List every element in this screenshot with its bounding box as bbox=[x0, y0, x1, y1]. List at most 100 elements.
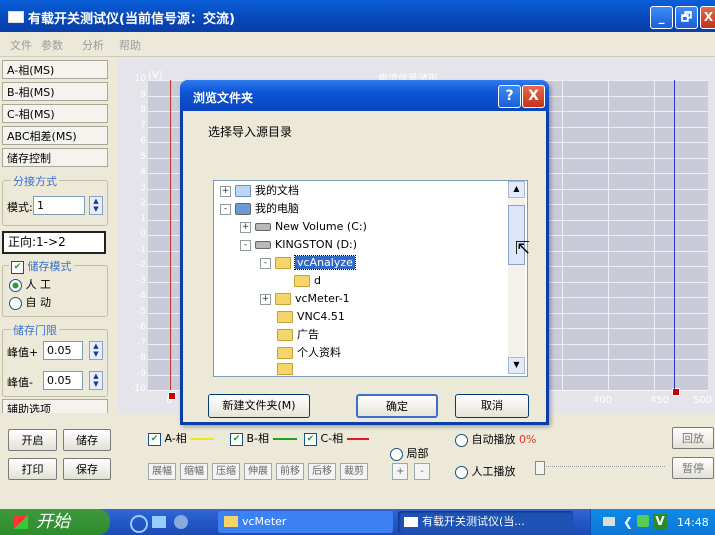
task-tester[interactable]: 有载开关测试仪(当... bbox=[398, 511, 573, 533]
expand-icon[interactable]: + bbox=[220, 185, 231, 197]
auto-radio[interactable]: 自 动 bbox=[9, 294, 51, 310]
menu-params[interactable]: 参数 bbox=[41, 37, 63, 53]
tool-move-back[interactable]: 后移 bbox=[308, 463, 336, 480]
replay-button[interactable]: 回放 bbox=[672, 427, 714, 449]
tool-crop[interactable]: 裁剪 bbox=[340, 463, 368, 480]
radio-icon bbox=[9, 296, 22, 310]
menu-help[interactable]: 帮助 bbox=[119, 37, 141, 53]
tree-scrollbar[interactable]: ▲ ▼ bbox=[508, 181, 525, 374]
tool-move-forward[interactable]: 前移 bbox=[276, 463, 304, 480]
new-folder-button[interactable]: 新建文件夹(M) bbox=[208, 394, 310, 418]
browser-icon[interactable] bbox=[130, 515, 148, 533]
dialog-close-button[interactable]: X bbox=[522, 85, 545, 108]
start-button[interactable]: 开启 bbox=[8, 429, 57, 451]
phase-b-checkbox[interactable]: ✔ bbox=[230, 432, 243, 446]
mode-spinner[interactable]: ▲ ▼ bbox=[89, 196, 103, 215]
scroll-up-icon[interactable]: ▲ bbox=[508, 181, 525, 198]
x-tick: 450 bbox=[650, 395, 670, 406]
mode-input[interactable]: 1 bbox=[33, 196, 85, 215]
cursor-line[interactable] bbox=[674, 80, 675, 390]
tree-node-ads[interactable]: 广告 bbox=[277, 327, 319, 343]
phase-c-button[interactable]: C-相(MS) bbox=[2, 104, 108, 123]
task-vcmeter[interactable]: vcMeter bbox=[218, 511, 393, 533]
expand-icon[interactable]: + bbox=[240, 221, 251, 233]
auto-play-radio[interactable]: 自动播放 0% bbox=[455, 431, 536, 447]
storage-mode-group: ✔ 储存模式 人 工 自 动 bbox=[2, 258, 108, 317]
media-icon[interactable] bbox=[174, 515, 188, 529]
cursor-left-marker[interactable] bbox=[168, 392, 176, 400]
tree-node-vcmeter-1[interactable]: + vcMeter-1 bbox=[260, 291, 350, 307]
tree-node-drive-c[interactable]: + New Volume (C:) bbox=[240, 219, 367, 235]
keyboard-icon[interactable] bbox=[603, 517, 615, 526]
tool-shrink-amp[interactable]: 缩幅 bbox=[180, 463, 208, 480]
folder-tree[interactable]: + 我的文档 - 我的电脑 + New Volume (C:) - KINGSTON (… bbox=[213, 180, 528, 377]
phase-c-toggle[interactable]: ✔ C-相 bbox=[304, 430, 369, 446]
peak-minus-input[interactable]: 0.05 bbox=[43, 371, 83, 390]
phase-a-swatch bbox=[190, 438, 215, 440]
storage-mode-label[interactable]: ✔ 储存模式 bbox=[9, 258, 74, 274]
menu-analyze[interactable]: 分析 bbox=[82, 37, 104, 53]
y-tick: 4 bbox=[140, 167, 146, 177]
collapse-icon[interactable]: - bbox=[240, 239, 251, 251]
start-button-taskbar[interactable]: 开始 bbox=[0, 509, 110, 535]
cursor-line[interactable] bbox=[170, 80, 171, 390]
slider-thumb[interactable] bbox=[535, 461, 545, 475]
collapse-icon[interactable]: - bbox=[220, 203, 231, 215]
desktop-icon[interactable] bbox=[152, 516, 166, 528]
documents-folder-icon bbox=[235, 185, 251, 197]
menu-file[interactable]: 文件 bbox=[10, 37, 32, 53]
phase-c-checkbox[interactable]: ✔ bbox=[304, 432, 317, 446]
dialog-title-bar: 浏览文件夹 ? X bbox=[180, 80, 549, 111]
y-tick: 7 bbox=[140, 120, 146, 131]
cancel-button[interactable]: 取消 bbox=[455, 394, 529, 418]
tool-compress[interactable]: 压缩 bbox=[212, 463, 240, 480]
phase-a-toggle[interactable]: ✔ A-相 bbox=[148, 430, 215, 446]
tool-stretch[interactable]: 伸展 bbox=[244, 463, 272, 480]
manual-radio[interactable]: 人 工 bbox=[9, 276, 51, 292]
folder-icon bbox=[224, 516, 238, 527]
vc-tray-icon[interactable]: V bbox=[653, 514, 667, 529]
minimize-button[interactable]: _ bbox=[650, 6, 673, 29]
phase-b-toggle[interactable]: ✔ B-相 bbox=[230, 430, 297, 446]
zoom-minus-button[interactable]: - bbox=[414, 463, 430, 480]
save-button[interactable]: 保存 bbox=[63, 458, 111, 480]
collapse-icon[interactable]: - bbox=[260, 257, 271, 269]
expand-icon[interactable]: + bbox=[260, 293, 271, 305]
maximize-button[interactable]: 🗗 bbox=[675, 6, 698, 29]
system-tray: ❮ V 14:48 bbox=[590, 509, 715, 535]
direction-display[interactable]: 正向:1->2 bbox=[2, 231, 106, 254]
print-button[interactable]: 打印 bbox=[8, 458, 57, 480]
pause-button[interactable]: 暂停 bbox=[672, 457, 714, 479]
tree-node-vcanalyze[interactable]: - vcAnalyze bbox=[260, 255, 356, 271]
storage-mode-checkbox[interactable]: ✔ bbox=[11, 260, 24, 274]
phase-a-checkbox[interactable]: ✔ bbox=[148, 432, 161, 446]
tree-node-drive-d[interactable]: - KINGSTON (D:) bbox=[240, 237, 357, 253]
scroll-down-icon[interactable]: ▼ bbox=[508, 357, 525, 374]
phase-a-button[interactable]: A-相(MS) bbox=[2, 60, 108, 79]
peak-plus-label: 峰值+ bbox=[7, 346, 39, 359]
tree-node-vnc[interactable]: VNC4.51 bbox=[277, 309, 345, 325]
phase-b-button[interactable]: B-相(MS) bbox=[2, 82, 108, 101]
close-button[interactable]: X bbox=[700, 6, 715, 29]
peak-plus-input[interactable]: 0.05 bbox=[43, 341, 83, 360]
local-radio[interactable]: 局部 bbox=[390, 445, 429, 461]
tree-node-my-computer[interactable]: - 我的电脑 bbox=[220, 201, 299, 217]
tool-expand-amp[interactable]: 展幅 bbox=[148, 463, 176, 480]
playback-slider[interactable] bbox=[535, 461, 665, 475]
manual-play-radio[interactable]: 人工播放 bbox=[455, 463, 516, 479]
storage-control-button[interactable]: 储存控制 bbox=[2, 148, 108, 167]
radio-icon bbox=[390, 447, 403, 461]
tree-node-personal[interactable]: 个人资料 bbox=[277, 345, 341, 361]
ok-button[interactable]: 确定 bbox=[356, 394, 438, 418]
store-button[interactable]: 储存 bbox=[63, 429, 111, 451]
peak-plus-spinner[interactable]: ▲ ▼ bbox=[89, 341, 103, 360]
tree-node-d[interactable]: d bbox=[294, 273, 321, 289]
arrow-left-icon[interactable]: ❮ bbox=[623, 515, 633, 529]
radio-icon bbox=[455, 465, 468, 479]
zoom-plus-button[interactable]: + bbox=[392, 463, 408, 480]
peak-minus-spinner[interactable]: ▲ ▼ bbox=[89, 371, 103, 390]
help-button[interactable]: ? bbox=[498, 85, 521, 108]
abc-diff-button[interactable]: ABC相差(MS) bbox=[2, 126, 108, 145]
network-icon[interactable] bbox=[637, 515, 649, 527]
tree-node-my-documents[interactable]: + 我的文档 bbox=[220, 183, 299, 199]
